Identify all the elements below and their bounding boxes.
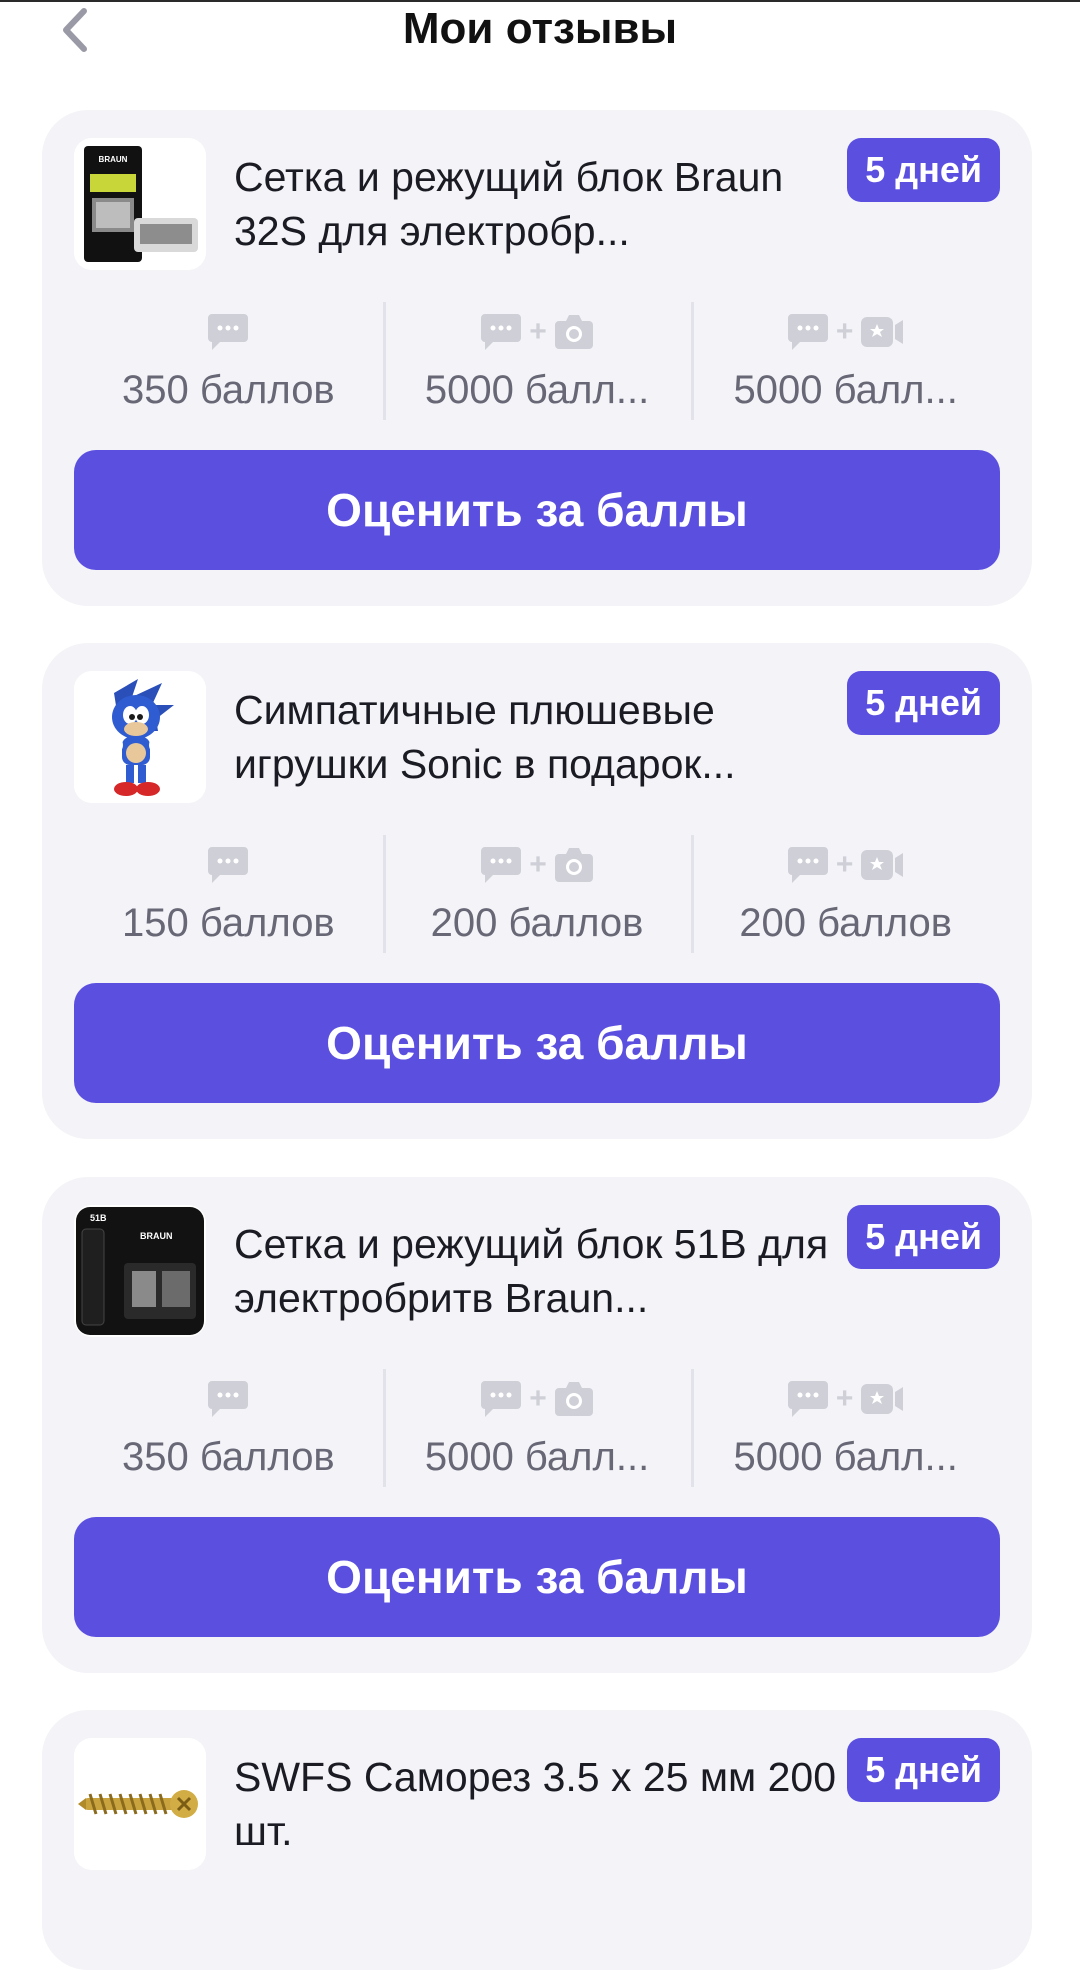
video-icon bbox=[861, 1384, 904, 1414]
review-card: Симпатичные плюшевые игрушки Sonic в под… bbox=[42, 643, 1032, 1139]
product-image[interactable]: BRAUN bbox=[74, 138, 206, 270]
camera-icon bbox=[554, 315, 593, 349]
points-photo: 5000 балл... bbox=[424, 1435, 650, 1479]
points-text: 150 баллов bbox=[121, 901, 335, 945]
reward-text: 350 баллов bbox=[74, 302, 383, 420]
rewards-row: 350 баллов + 5000 балл... + 5000 балл... bbox=[74, 302, 1000, 420]
product-image[interactable] bbox=[74, 671, 206, 803]
product-image[interactable]: 51B BRAUN bbox=[74, 1205, 206, 1337]
plus-icon: + bbox=[835, 1382, 854, 1415]
product-name[interactable]: Симпатичные плюшевые игрушки Sonic в под… bbox=[234, 683, 854, 791]
rewards-row: 350 баллов + 5000 балл... + 5000 балл... bbox=[74, 1369, 1000, 1487]
reward-photo: + 5000 балл... bbox=[382, 302, 692, 420]
video-icon bbox=[861, 850, 904, 880]
chat-icon bbox=[208, 1381, 249, 1417]
reward-photo: + 5000 балл... bbox=[382, 1369, 692, 1487]
points-video: 200 баллов bbox=[739, 901, 953, 945]
points-photo: 5000 балл... bbox=[424, 368, 650, 412]
product-name[interactable]: SWFS Саморез 3.5 x 25 мм 200 шт. bbox=[234, 1750, 854, 1858]
reward-photo: + 200 баллов bbox=[382, 835, 692, 953]
rate-for-points-button[interactable]: Оценить за баллы bbox=[74, 983, 1000, 1103]
days-badge: 5 дней bbox=[847, 1738, 1000, 1802]
rate-for-points-button[interactable]: Оценить за баллы bbox=[74, 450, 1000, 570]
chat-icon bbox=[481, 1381, 522, 1417]
rate-for-points-button[interactable]: Оценить за баллы bbox=[74, 1517, 1000, 1637]
braun-32s-box-image: BRAUN bbox=[74, 138, 206, 270]
page-title: Мои отзывы bbox=[402, 4, 678, 53]
points-video: 5000 балл... bbox=[733, 1435, 958, 1479]
product-name[interactable]: Сетка и режущий блок 51B для электробрит… bbox=[234, 1217, 854, 1325]
points-text: 350 баллов bbox=[121, 1435, 335, 1479]
camera-icon bbox=[554, 1382, 593, 1416]
chat-icon bbox=[208, 847, 249, 883]
reward-video: + 5000 балл... bbox=[691, 302, 1000, 420]
svg-text:BRAUN: BRAUN bbox=[99, 155, 128, 164]
reward-text: 150 баллов bbox=[74, 835, 383, 953]
chat-icon bbox=[481, 314, 522, 350]
reward-video: + 5000 балл... bbox=[691, 1369, 1000, 1487]
rewards-row: 150 баллов + 200 баллов + 200 баллов bbox=[74, 835, 1000, 953]
svg-text:BRAUN: BRAUN bbox=[140, 1231, 173, 1241]
points-photo: 200 баллов bbox=[430, 901, 644, 945]
plus-icon: + bbox=[835, 848, 854, 881]
plus-icon: + bbox=[529, 315, 547, 348]
review-card: SWFS Саморез 3.5 x 25 мм 200 шт. 5 дней bbox=[42, 1710, 1032, 1970]
review-card: BRAUN Сетка и режущий блок Braun 32S для… bbox=[42, 110, 1032, 606]
chat-icon bbox=[208, 314, 249, 350]
chat-icon bbox=[481, 847, 522, 883]
video-icon bbox=[861, 317, 904, 347]
plus-icon: + bbox=[835, 315, 854, 348]
header: Мои отзывы bbox=[0, 0, 1080, 72]
svg-text:51B: 51B bbox=[90, 1213, 107, 1223]
days-badge: 5 дней bbox=[847, 138, 1000, 202]
points-video: 5000 балл... bbox=[733, 368, 958, 412]
camera-icon bbox=[554, 848, 593, 882]
screw-image bbox=[74, 1738, 206, 1870]
days-badge: 5 дней bbox=[847, 1205, 1000, 1269]
plus-icon: + bbox=[529, 1382, 547, 1415]
braun-51b-box-image: 51B BRAUN bbox=[74, 1205, 206, 1337]
days-badge: 5 дней bbox=[847, 671, 1000, 735]
product-image[interactable] bbox=[74, 1738, 206, 1870]
chat-icon bbox=[787, 314, 828, 350]
plus-icon: + bbox=[529, 848, 547, 881]
chat-icon bbox=[787, 847, 828, 883]
chat-icon bbox=[787, 1381, 828, 1417]
reward-video: + 200 баллов bbox=[691, 835, 1000, 953]
product-name[interactable]: Сетка и режущий блок Braun 32S для элект… bbox=[234, 150, 854, 258]
review-card: 51B BRAUN Сетка и режущий блок 51B для э… bbox=[42, 1177, 1032, 1673]
points-text: 350 баллов bbox=[121, 368, 335, 412]
reward-text: 350 баллов bbox=[74, 1369, 383, 1487]
sonic-plush-image bbox=[74, 671, 206, 803]
